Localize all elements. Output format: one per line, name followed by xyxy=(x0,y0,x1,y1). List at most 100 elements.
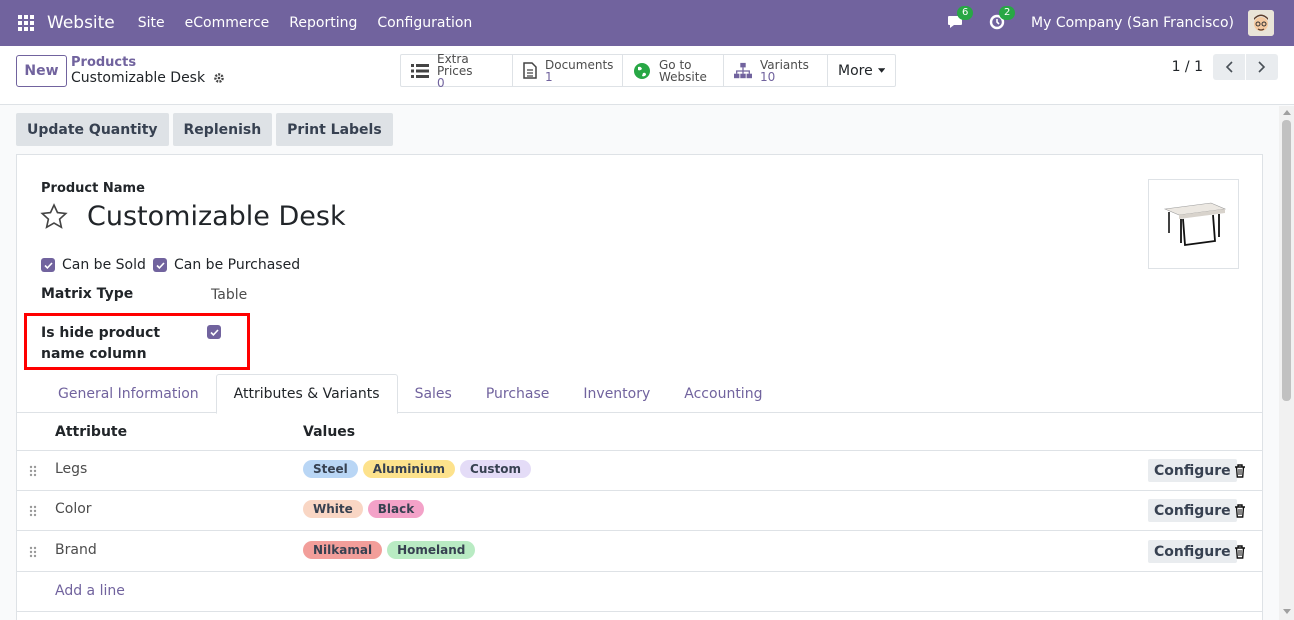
hide-product-name-column-label: Is hide product name column xyxy=(41,325,161,362)
desk-image-icon xyxy=(1163,202,1226,247)
extra-prices-button[interactable]: Extra Prices 0 xyxy=(401,51,513,90)
replenish-button[interactable]: Replenish xyxy=(172,113,273,146)
messages-badge: 6 xyxy=(957,6,974,20)
tab-sales[interactable]: Sales xyxy=(398,374,469,413)
column-values[interactable]: Values xyxy=(303,424,355,440)
update-quantity-button[interactable]: Update Quantity xyxy=(16,113,169,146)
product-image[interactable] xyxy=(1148,179,1239,269)
tab-accounting[interactable]: Accounting xyxy=(667,374,779,413)
document-icon xyxy=(523,62,537,80)
trash-icon[interactable] xyxy=(1234,504,1246,518)
pager-value[interactable]: 1 / 1 xyxy=(1172,59,1203,75)
go-to-website-button[interactable]: Go to Website xyxy=(623,55,724,86)
configure-button[interactable]: Configure xyxy=(1148,459,1237,482)
configure-button[interactable]: Configure xyxy=(1148,540,1237,563)
pager-next-button[interactable] xyxy=(1246,54,1278,80)
attribute-values: White Black xyxy=(303,500,429,518)
extra-prices-label: Extra Prices xyxy=(437,51,473,78)
documents-value: 1 xyxy=(545,69,553,84)
messages-icon[interactable]: 6 xyxy=(947,6,974,33)
matrix-type-label: Matrix Type xyxy=(41,286,134,302)
tab-purchase[interactable]: Purchase xyxy=(469,374,567,413)
can-be-purchased-checkbox[interactable]: Can be Purchased xyxy=(153,257,300,273)
drag-handle-icon[interactable] xyxy=(29,546,37,558)
documents-label: Documents xyxy=(545,57,614,72)
drag-handle-icon[interactable] xyxy=(29,465,37,477)
scroll-up-arrow-icon[interactable] xyxy=(1283,110,1291,115)
drag-handle-icon[interactable] xyxy=(29,505,37,517)
action-buttons: Update Quantity Replenish Print Labels xyxy=(16,113,397,146)
trash-icon[interactable] xyxy=(1234,464,1246,478)
scroll-down-arrow-icon[interactable] xyxy=(1283,609,1291,614)
scroll-thumb[interactable] xyxy=(1282,120,1291,401)
table-header: Attribute Values xyxy=(17,413,1262,451)
go-to-label: Go to xyxy=(659,57,692,72)
sitemap-icon xyxy=(734,62,752,80)
star-icon[interactable] xyxy=(40,203,68,231)
more-label: More xyxy=(838,62,873,79)
can-be-sold-checkbox[interactable]: Can be Sold xyxy=(41,257,146,273)
more-button[interactable]: More xyxy=(828,55,895,86)
gear-icon[interactable] xyxy=(213,72,225,84)
value-tag: Nilkamal xyxy=(303,541,383,559)
value-tag: Steel xyxy=(303,460,358,478)
notebook-tabs: General Information Attributes & Variant… xyxy=(17,374,1262,414)
value-tag: Black xyxy=(367,500,425,518)
website-label: Website xyxy=(659,69,707,84)
value-tag: Homeland xyxy=(387,541,476,559)
tab-inventory[interactable]: Inventory xyxy=(566,374,667,413)
apps-menu-icon[interactable] xyxy=(18,15,34,31)
menu-reporting[interactable]: Reporting xyxy=(279,15,367,31)
documents-button[interactable]: Documents 1 xyxy=(513,55,623,86)
globe-icon xyxy=(633,62,651,80)
app-name[interactable]: Website xyxy=(47,13,115,33)
chevron-left-icon xyxy=(1225,61,1233,73)
variants-label: Variants xyxy=(760,57,809,72)
variants-button[interactable]: Variants 10 xyxy=(724,55,828,86)
table-row[interactable]: Color White Black Configure xyxy=(17,491,1262,531)
extra-prices-value: 0 xyxy=(437,75,445,90)
hide-product-name-column-checkbox[interactable] xyxy=(207,325,221,339)
chevron-right-icon xyxy=(1258,61,1266,73)
variants-value: 10 xyxy=(760,69,776,84)
pager: 1 / 1 xyxy=(1172,54,1278,80)
menu-configuration[interactable]: Configuration xyxy=(367,15,482,31)
column-attribute[interactable]: Attribute xyxy=(55,424,127,440)
product-name-label: Product Name xyxy=(41,181,145,196)
trash-icon[interactable] xyxy=(1234,545,1246,559)
checkbox-checked-icon xyxy=(153,258,167,272)
tab-general-information[interactable]: General Information xyxy=(41,374,216,413)
matrix-type-field[interactable]: Table xyxy=(211,287,247,303)
can-be-purchased-label: Can be Purchased xyxy=(174,257,301,273)
pager-previous-button[interactable] xyxy=(1213,54,1245,80)
main-menu: Site eCommerce Reporting Configuration xyxy=(128,15,483,31)
value-tag: Aluminium xyxy=(362,460,456,478)
top-navbar: Website Site eCommerce Reporting Configu… xyxy=(0,0,1294,46)
checkbox-checked-icon xyxy=(41,258,55,272)
value-tag: Custom xyxy=(460,460,532,478)
checkmark-icon xyxy=(209,328,219,336)
product-name-field[interactable]: Customizable Desk xyxy=(87,201,346,232)
smart-buttons: Extra Prices 0 Documents 1 Go to Website Va… xyxy=(400,51,896,90)
menu-site[interactable]: Site xyxy=(128,15,175,31)
attribute-values: Steel Aluminium Custom xyxy=(303,460,536,478)
table-row[interactable]: Brand Nilkamal Homeland Configure xyxy=(17,532,1262,572)
can-be-sold-label: Can be Sold xyxy=(62,257,146,273)
list-icon xyxy=(411,62,429,80)
tab-attributes-variants[interactable]: Attributes & Variants xyxy=(215,374,398,414)
company-switcher[interactable]: My Company (San Francisco) xyxy=(1031,15,1234,31)
attribute-name: Color xyxy=(55,501,92,517)
page-scrollbar[interactable] xyxy=(1279,106,1294,620)
activities-icon[interactable]: 2 xyxy=(989,6,1016,33)
menu-ecommerce[interactable]: eCommerce xyxy=(175,15,280,31)
attribute-name: Brand xyxy=(55,542,97,558)
new-button[interactable]: New xyxy=(16,55,67,87)
add-a-line-link[interactable]: Add a line xyxy=(55,583,125,599)
print-labels-button[interactable]: Print Labels xyxy=(276,113,393,146)
breadcrumb-products[interactable]: Products xyxy=(71,55,136,70)
caret-down-icon xyxy=(877,68,885,73)
attribute-values: Nilkamal Homeland xyxy=(303,541,480,559)
table-row[interactable]: Legs Steel Aluminium Custom Configure xyxy=(17,451,1262,491)
user-avatar[interactable] xyxy=(1248,10,1274,36)
configure-button[interactable]: Configure xyxy=(1148,499,1237,522)
